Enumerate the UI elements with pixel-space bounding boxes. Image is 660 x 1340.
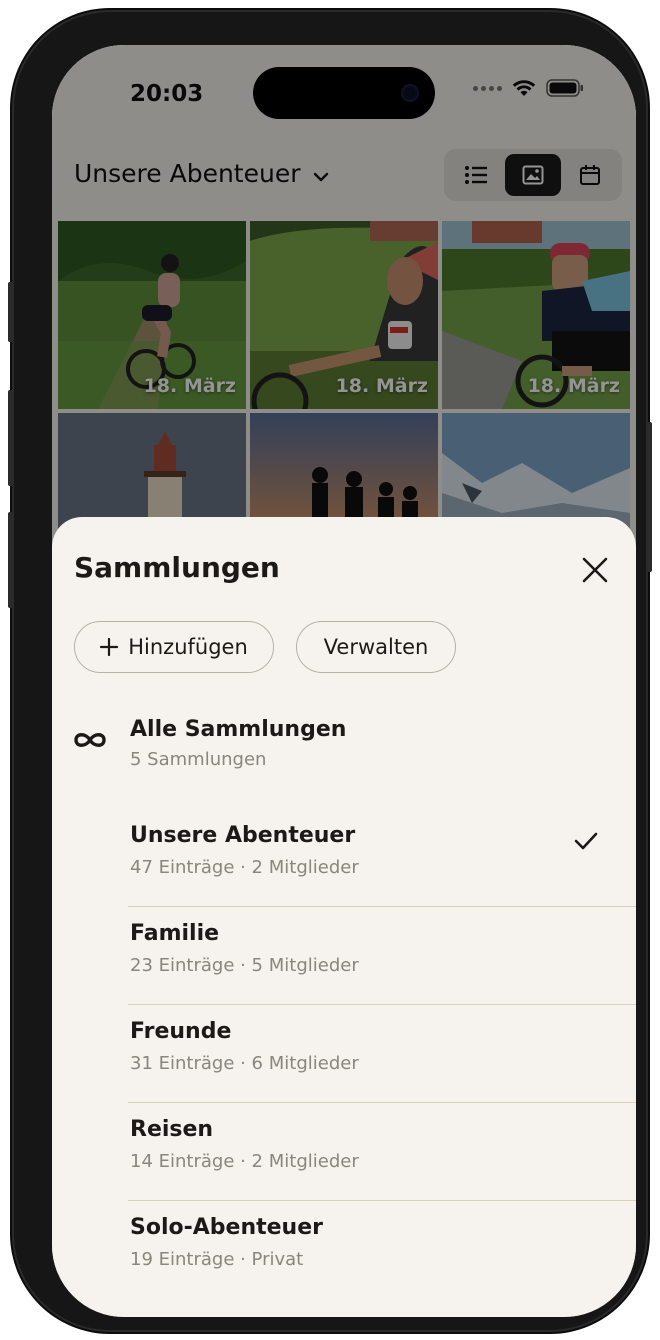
add-collection-button[interactable]: Hinzufügen xyxy=(74,621,274,673)
all-collections-name: Alle Sammlungen xyxy=(130,717,347,742)
collections-sheet: Sammlungen Hinzufügen Verwalten Alle Sam… xyxy=(52,517,636,1317)
collection-row-solo-abenteuer[interactable]: Solo-Abenteuer 19 Einträge · Privat xyxy=(52,1201,636,1299)
manage-button-label: Verwalten xyxy=(323,635,429,659)
collection-row-reisen[interactable]: Reisen 14 Einträge · 2 Mitglieder xyxy=(52,1103,636,1201)
collection-meta: 19 Einträge · Privat xyxy=(130,1249,304,1270)
all-collections-row[interactable]: Alle Sammlungen 5 Sammlungen xyxy=(52,713,636,783)
volume-down-button xyxy=(8,512,13,608)
close-button[interactable] xyxy=(580,555,610,585)
collection-name: Solo-Abenteuer xyxy=(130,1215,323,1240)
collection-name: Reisen xyxy=(130,1117,214,1142)
collection-meta: 23 Einträge · 5 Mitglieder xyxy=(130,955,359,976)
power-button xyxy=(647,422,652,572)
close-icon xyxy=(582,557,608,583)
sheet-title: Sammlungen xyxy=(74,551,280,584)
collection-meta: 47 Einträge · 2 Mitglieder xyxy=(130,857,359,878)
collection-name: Freunde xyxy=(130,1019,232,1044)
infinity-icon xyxy=(72,729,108,755)
collection-row-unsere-abenteuer[interactable]: Unsere Abenteuer 47 Einträge · 2 Mitglie… xyxy=(52,809,636,907)
collection-meta: 31 Einträge · 6 Mitglieder xyxy=(130,1053,359,1074)
volume-up-button xyxy=(8,390,13,486)
collection-meta: 14 Einträge · 2 Mitglieder xyxy=(130,1151,359,1172)
collection-row-familie[interactable]: Familie 23 Einträge · 5 Mitglieder xyxy=(52,907,636,1005)
action-button xyxy=(8,282,13,342)
check-icon xyxy=(574,831,598,855)
collection-name: Familie xyxy=(130,921,220,946)
screen: 20:03 Unsere Abenteuer 18. März 18. März… xyxy=(52,45,636,1317)
phone-frame: 20:03 Unsere Abenteuer 18. März 18. März… xyxy=(8,12,652,1330)
collection-row-freunde[interactable]: Freunde 31 Einträge · 6 Mitglieder xyxy=(52,1005,636,1103)
collection-name: Unsere Abenteuer xyxy=(130,823,356,848)
all-collections-count: 5 Sammlungen xyxy=(130,749,267,770)
manage-collections-button[interactable]: Verwalten xyxy=(296,621,456,673)
add-button-label: Hinzufügen xyxy=(128,635,248,659)
plus-icon xyxy=(100,638,119,656)
